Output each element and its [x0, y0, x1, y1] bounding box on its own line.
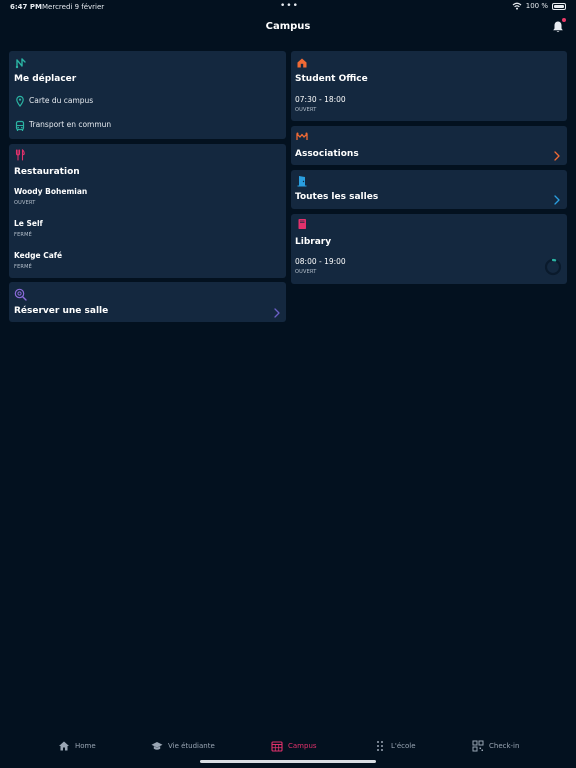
- move-card: Me déplacer Carte du campus Transport en…: [9, 51, 286, 139]
- tab-check-in[interactable]: Check-in: [472, 736, 519, 756]
- library-card[interactable]: Library 08:00 - 19:00 OUVERT: [291, 214, 567, 284]
- fork-knife-icon: [15, 149, 25, 161]
- calendar-grid-icon: [271, 741, 283, 752]
- bell-icon[interactable]: [551, 20, 565, 34]
- tab-bar: Home Vie étudiante Campus L'école Check-…: [0, 736, 576, 756]
- search-icon: [14, 288, 27, 301]
- student-office-title: Student Office: [295, 74, 368, 84]
- tab-school[interactable]: L'école: [374, 736, 416, 756]
- restaurant-name: Woody Bohemian: [14, 187, 88, 196]
- campus-map-label: Carte du campus: [29, 96, 94, 105]
- restaurant-status: FERMÉ: [14, 264, 32, 270]
- library-status: OUVERT: [295, 269, 317, 275]
- restaurant-status: OUVERT: [14, 200, 36, 206]
- restaurant-item[interactable]: Kedge Café FERMÉ: [9, 250, 286, 274]
- status-date: Mercredi 9 février: [42, 3, 105, 11]
- status-time: 6:47 PM: [10, 3, 42, 11]
- associations-card[interactable]: Associations: [291, 126, 567, 165]
- restaurant-name: Kedge Café: [14, 251, 63, 260]
- home-icon: [297, 58, 307, 68]
- rooms-card[interactable]: Toutes les salles: [291, 170, 567, 209]
- status-bar: 6:47 PM Mercredi 9 février ••• 100 %: [0, 0, 576, 16]
- battery-percent: 100 %: [525, 2, 548, 10]
- restauration-card: Restauration Woody Bohemian OUVERT Le Se…: [9, 144, 286, 278]
- library-hours: 08:00 - 19:00: [295, 257, 346, 266]
- route-icon: [15, 58, 26, 69]
- multitask-dots-icon[interactable]: •••: [280, 1, 299, 11]
- notification-badge: [562, 18, 566, 22]
- student-office-card[interactable]: Student Office 07:30 - 18:00 OUVERT: [291, 51, 567, 121]
- bus-icon: [15, 120, 25, 131]
- battery-icon: [552, 2, 566, 10]
- book-room-card[interactable]: Réserver une salle: [9, 282, 286, 322]
- book-room-title: Réserver une salle: [14, 306, 109, 316]
- tab-student-life-label: Vie étudiante: [168, 742, 215, 750]
- home-icon: [59, 741, 69, 751]
- page-title: Campus: [265, 21, 311, 32]
- chevron-right-icon: [274, 308, 280, 318]
- restaurant-item[interactable]: Le Self FERMÉ: [9, 218, 286, 242]
- graduation-cap-icon: [151, 742, 163, 750]
- tab-student-life[interactable]: Vie étudiante: [151, 736, 215, 756]
- associations-title: Associations: [295, 149, 359, 159]
- chevron-right-icon: [554, 151, 560, 161]
- library-title: Library: [295, 237, 332, 247]
- door-icon: [297, 176, 307, 187]
- tab-campus[interactable]: Campus: [271, 736, 317, 756]
- home-indicator: [200, 760, 376, 763]
- tab-school-label: L'école: [391, 742, 416, 750]
- map-pin-icon: [16, 95, 24, 107]
- student-office-hours: 07:30 - 18:00: [295, 95, 346, 104]
- public-transport-row[interactable]: Transport en commun: [9, 115, 286, 135]
- tab-home-label: Home: [75, 742, 96, 750]
- tab-home[interactable]: Home: [58, 736, 96, 756]
- tab-check-in-label: Check-in: [489, 742, 520, 750]
- restauration-card-title: Restauration: [14, 167, 80, 177]
- dots-grid-icon: [377, 741, 383, 751]
- tab-campus-label: Campus: [288, 742, 317, 750]
- qr-code-icon: [472, 740, 484, 752]
- restaurant-status: FERMÉ: [14, 232, 32, 238]
- status-right: 100 %: [512, 2, 566, 10]
- chevron-right-icon: [554, 195, 560, 205]
- wifi-icon: [512, 2, 522, 10]
- occupancy-ring: [544, 258, 562, 276]
- rooms-title: Toutes les salles: [295, 192, 379, 202]
- student-office-status: OUVERT: [295, 107, 317, 113]
- restaurant-name: Le Self: [14, 219, 43, 228]
- move-card-title: Me déplacer: [14, 74, 77, 84]
- book-icon: [298, 219, 306, 229]
- people-icon: [296, 132, 308, 140]
- restaurant-item[interactable]: Woody Bohemian OUVERT: [9, 186, 286, 210]
- public-transport-label: Transport en commun: [29, 120, 112, 129]
- campus-map-row[interactable]: Carte du campus: [9, 91, 286, 111]
